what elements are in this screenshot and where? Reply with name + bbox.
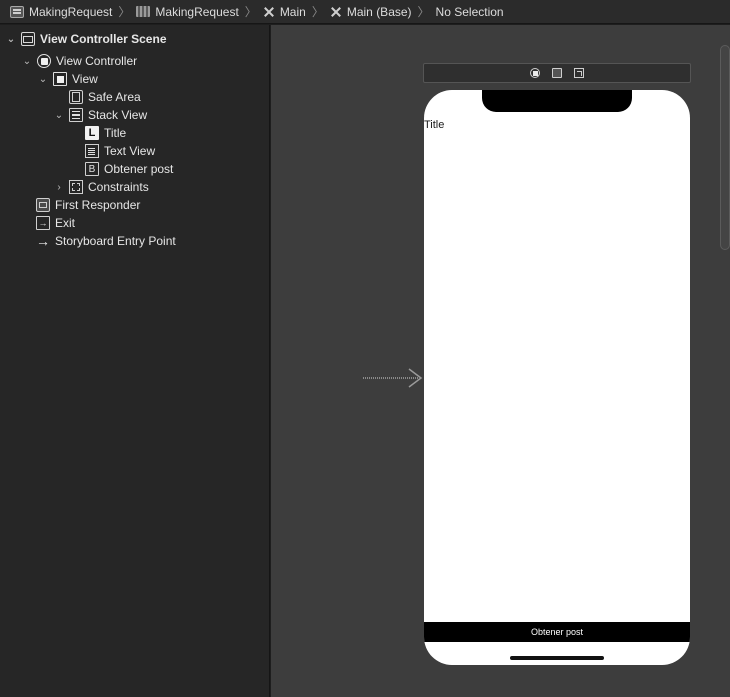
outline-item-label: Stack View [88,108,148,122]
entry-point-arrow[interactable] [363,367,423,389]
breadcrumb: MakingRequest 〉 MakingRequest 〉 Main 〉 M… [0,0,730,24]
outline-item-title[interactable]: L Title [85,124,126,142]
project-icon [10,5,24,18]
view-controller-icon[interactable] [530,68,540,78]
breadcrumb-label: MakingRequest [155,4,239,19]
text-view-icon [85,144,99,158]
exit-icon[interactable] [574,68,584,78]
outline-item-entry-point[interactable]: → Storyboard Entry Point [36,232,176,250]
device-frame[interactable]: Title Obtener post [424,90,690,665]
disclosure-collapsed-icon[interactable]: › [54,182,64,193]
text-view[interactable] [424,134,690,622]
disclosure-expanded-icon[interactable]: ⌄ [22,56,32,67]
breadcrumb-item-folder[interactable]: MakingRequest [136,4,239,19]
chevron-right-icon: 〉 [118,5,131,19]
storyboard-icon [330,6,342,18]
outline-item-label: Title [104,126,127,140]
chevron-right-icon: 〉 [417,5,430,19]
first-responder-icon[interactable] [552,68,562,78]
breadcrumb-label: No Selection [435,4,504,19]
outline-item-label: Obtener post [104,162,174,176]
document-outline: ⌄ View Controller Scene ⌄ View Controlle… [0,25,270,697]
scene-icon [21,32,35,46]
outline-item-obtener-post[interactable]: B Obtener post [85,160,173,178]
constraints-icon [69,180,83,194]
breadcrumb-item-selection[interactable]: No Selection [436,5,504,19]
outline-item-label: Storyboard Entry Point [55,234,176,248]
button-icon: B [85,162,99,176]
obtener-post-button[interactable]: Obtener post [424,622,690,642]
outline-item-label: View Controller [56,54,138,68]
scene-dock[interactable] [423,63,691,83]
device-notch [482,90,632,112]
outline-item-label: Constraints [88,180,149,194]
label-icon: L [85,126,99,140]
storyboard-icon [263,6,275,18]
view-controller-icon [37,54,51,68]
safe-area-icon [69,90,83,104]
breadcrumb-label: Main (Base) [346,4,412,19]
storyboard-canvas[interactable]: Title Obtener post [271,25,730,697]
breadcrumb-item-storyboard[interactable]: Main [263,5,306,19]
outline-item-text-view[interactable]: Text View [85,142,155,160]
first-responder-icon [36,198,50,212]
home-indicator [510,656,604,660]
outline-item-view-controller[interactable]: ⌄ View Controller [22,52,137,70]
outline-item-view[interactable]: ⌄ View [38,70,98,88]
outline-item-stack-view[interactable]: ⌄ Stack View [54,106,147,124]
disclosure-expanded-icon[interactable]: ⌄ [38,74,48,85]
chevron-right-icon: 〉 [244,5,257,19]
outline-item-label: View [72,72,98,86]
outline-item-label: Safe Area [88,90,141,104]
title-label[interactable]: Title [424,119,444,131]
disclosure-expanded-icon[interactable]: ⌄ [54,110,64,121]
exit-icon [36,216,50,230]
breadcrumb-item-project[interactable]: MakingRequest [10,5,112,19]
arrow-right-icon: → [36,233,50,249]
outline-item-constraints[interactable]: › Constraints [54,178,149,196]
stack-view-icon [69,108,83,122]
breadcrumb-label: Main [279,4,306,19]
chevron-right-icon: 〉 [311,5,324,19]
view-icon [53,72,67,86]
outline-item-scene[interactable]: ⌄ View Controller Scene [6,30,167,48]
outline-item-label: Exit [55,216,76,230]
outline-item-first-responder[interactable]: First Responder [36,196,140,214]
breadcrumb-label: MakingRequest [29,4,113,19]
outline-item-safe-area[interactable]: Safe Area [69,88,141,106]
outline-item-label: Text View [104,144,156,158]
vertical-scrollbar[interactable] [720,45,730,250]
outline-item-label: First Responder [55,198,141,212]
folder-icon [136,6,151,17]
outline-item-label: View Controller Scene [40,32,167,46]
disclosure-expanded-icon[interactable]: ⌄ [6,34,16,45]
outline-item-exit[interactable]: Exit [36,214,75,232]
breadcrumb-item-storyboard-base[interactable]: Main (Base) [330,5,412,19]
